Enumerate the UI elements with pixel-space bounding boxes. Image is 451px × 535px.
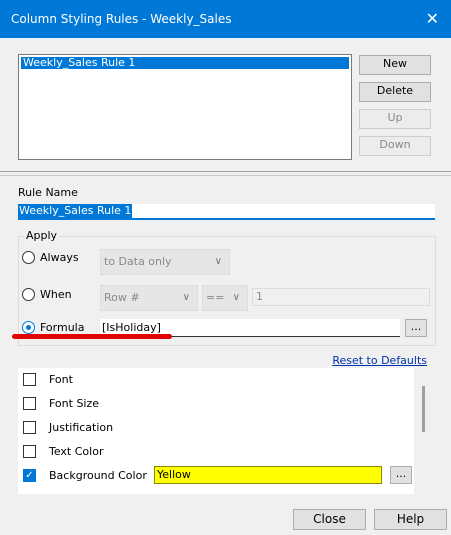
font-size-checkbox[interactable] [23,397,36,410]
font-size-label: Font Size [49,397,100,410]
always-radio[interactable] [22,251,35,264]
when-label[interactable]: When [40,288,72,301]
chevron-down-icon: ∨ [214,256,222,267]
help-button[interactable]: Help [374,509,447,530]
scrollbar-thumb[interactable] [422,386,425,432]
property-row-font[interactable]: Font [18,368,414,392]
text-color-label: Text Color [49,445,104,458]
delete-rule-button[interactable]: Delete [359,82,431,102]
chevron-down-icon: ∨ [232,292,240,303]
font-checkbox[interactable] [23,373,36,386]
close-icon[interactable]: ✕ [426,9,439,28]
rule-name-input[interactable]: Weekly_Sales Rule 1 [18,204,435,220]
title-bar: Column Styling Rules - Weekly_Sales ✕ [0,0,451,38]
formula-radio[interactable] [22,321,35,334]
background-color-checkbox[interactable]: ✓ [23,469,36,482]
property-row-justification[interactable]: Justification [18,416,414,440]
font-label: Font [49,373,73,386]
background-color-value[interactable]: Yellow [154,466,382,484]
background-color-label: Background Color [49,469,147,482]
close-button[interactable]: Close [293,509,366,530]
style-properties-list: Font Font Size Justification Text Color … [18,368,434,494]
reset-to-defaults-link[interactable]: Reset to Defaults [332,354,427,367]
formula-label[interactable]: Formula [40,321,84,334]
always-target-value: to Data only [104,255,172,268]
rules-list-item[interactable]: Weekly_Sales Rule 1 [21,57,349,69]
rules-list[interactable]: Weekly_Sales Rule 1 [18,54,352,160]
move-up-button[interactable]: Up [359,109,431,129]
rule-name-label: Rule Name [18,186,78,199]
text-color-checkbox[interactable] [23,445,36,458]
when-operator-combo[interactable]: == ∨ [202,285,248,311]
new-rule-button[interactable]: New [359,55,431,75]
rule-name-value: Weekly_Sales Rule 1 [18,204,133,218]
chevron-down-icon: ∨ [182,292,190,303]
property-row-font-size[interactable]: Font Size [18,392,414,416]
justification-checkbox[interactable] [23,421,36,434]
when-radio[interactable] [22,288,35,301]
apply-label: Apply [24,229,60,242]
justification-label: Justification [49,421,114,434]
move-down-button[interactable]: Down [359,136,431,156]
formula-browse-button[interactable]: ... [405,319,427,337]
when-column-value: Row # [104,291,140,304]
always-target-combo[interactable]: to Data only ∨ [100,249,230,275]
when-column-combo[interactable]: Row # ∨ [100,285,198,311]
background-color-browse-button[interactable]: ... [390,466,412,484]
divider [0,171,451,172]
when-operand-input[interactable]: 1 [252,288,430,306]
always-label[interactable]: Always [40,251,79,264]
properties-scrollbar[interactable] [414,368,434,494]
divider [0,175,451,176]
annotation-underline [12,334,172,339]
window-title: Column Styling Rules - Weekly_Sales [11,12,232,26]
property-row-text-color[interactable]: Text Color [18,440,414,464]
when-operator-value: == [206,291,225,304]
